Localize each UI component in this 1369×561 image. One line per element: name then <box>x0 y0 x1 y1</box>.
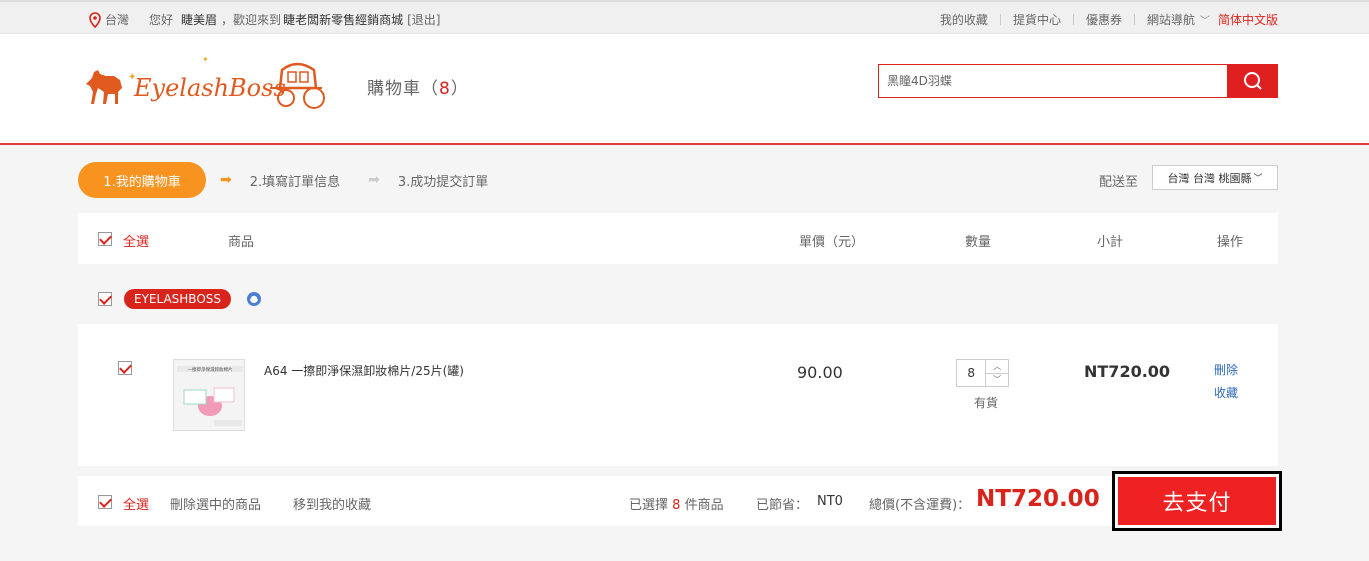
divider <box>1072 14 1074 25</box>
location-pin-icon[interactable] <box>88 11 102 28</box>
header: ✦ ✦ EyelashBoss 購物車（8） <box>0 34 1369 145</box>
store-name[interactable]: 睫老闆新零售經銷商城 <box>283 11 403 28</box>
svg-text:✦: ✦ <box>202 55 209 64</box>
item-checkbox[interactable] <box>118 361 132 375</box>
column-product: 商品 <box>228 235 255 250</box>
greeting-text: 您好 <box>149 13 174 27</box>
top-link-favorites[interactable]: 我的收藏 <box>940 11 988 28</box>
total-value: NT720.00 <box>976 486 1100 512</box>
quantity-stepper: 8 ︿ ﹀ <box>956 359 1009 387</box>
divider <box>999 14 1001 25</box>
chevron-down-icon: ﹀ <box>1253 174 1263 184</box>
selected-prefix: 已選擇 <box>629 498 669 513</box>
delete-selected-link[interactable]: 刪除選中的商品 <box>170 494 261 513</box>
cart-title-close: ） <box>450 79 469 99</box>
select-all-checkbox[interactable] <box>98 232 112 246</box>
ship-to-label: 配送至 <box>1098 175 1138 190</box>
product-title[interactable]: A64 一擦即淨保濕卸妝棉片/25片(罐) <box>264 362 464 379</box>
pay-button-frame: 去支付 <box>1112 471 1282 531</box>
quantity-arrows: ︿ ﹀ <box>986 360 1008 386</box>
region-select[interactable]: 台灣 台灣 桃園縣 ﹀ <box>1152 165 1278 190</box>
footer-select-all-label[interactable]: 全選 <box>123 494 149 513</box>
logo[interactable]: ✦ ✦ EyelashBoss <box>82 54 337 112</box>
cart-item-row: 一擦即淨保濕卸妝棉片 A64 一擦即淨保濕卸妝棉片/25片(罐) 90.00 8… <box>78 324 1278 466</box>
arrow-right-icon: ➡ <box>220 172 232 188</box>
search-button[interactable] <box>1227 64 1278 98</box>
top-link-site-nav[interactable]: 網站導航 <box>1147 11 1195 28</box>
selected-count: 8 <box>672 498 681 513</box>
cart-title: 購物車（8） <box>367 74 469 99</box>
logout-link[interactable]: [退出] <box>407 11 440 28</box>
saved-value: NT0 <box>817 494 843 509</box>
stock-status: 有貨 <box>974 396 999 410</box>
column-quantity: 數量 <box>965 235 992 250</box>
shop-checkbox[interactable] <box>98 292 112 306</box>
saved-label: 已節省： <box>756 498 809 513</box>
column-unit-price: 單價（元） <box>799 235 865 250</box>
product-thumbnail[interactable]: 一擦即淨保濕卸妝棉片 <box>173 359 245 431</box>
shop-name-badge[interactable]: EYELASHBOSS <box>124 289 232 309</box>
thumb-caption: 一擦即淨保濕卸妝棉片 <box>188 366 233 373</box>
search-icon <box>1243 72 1262 90</box>
step-fill-order: 2.填寫訂單信息 <box>249 174 341 190</box>
location-text[interactable]: 台灣 <box>105 11 129 28</box>
cart-footer: 全選 刪除選中的商品 移到我的收藏 已選擇 8 件商品 已節省： NT0 總價(… <box>78 476 1278 526</box>
top-bar-left: 台灣 您好 睫美眉 ，歡迎來到 睫老闆新零售經銷商城 [退出] <box>88 11 440 28</box>
step-submit: 3.成功提交訂單 <box>397 174 489 190</box>
top-bar-right: 我的收藏 提貨中心 優惠券 網站導航 ﹀ 简体中文版 <box>940 11 1278 28</box>
selected-summary: 已選擇 8 件商品 <box>629 494 724 513</box>
search-bar <box>878 64 1278 98</box>
step-cart: 1.我的購物車 <box>78 162 206 198</box>
user-name[interactable]: 睫美眉 <box>181 11 217 28</box>
welcome-text: ，歡迎來到 <box>221 13 282 27</box>
unit-price: 90.00 <box>797 363 843 382</box>
footer-select-all-checkbox[interactable] <box>98 495 112 509</box>
checkout-steps: 1.我的購物車 ➡ 2.填寫訂單信息 ➡ 3.成功提交訂單 <box>78 162 488 198</box>
top-bar: 台灣 您好 睫美眉 ，歡迎來到 睫老闆新零售經銷商城 [退出] 我的收藏 提貨中… <box>0 0 1369 34</box>
column-subtotal: 小計 <box>1097 235 1124 250</box>
cart-table-header: 全選 商品 單價（元） 數量 小計 操作 <box>78 213 1278 264</box>
column-action: 操作 <box>1217 235 1244 250</box>
selected-suffix: 件商品 <box>684 498 724 513</box>
search-input[interactable] <box>878 64 1228 98</box>
cart-count: 8 <box>439 79 451 99</box>
delete-link[interactable]: 刪除 <box>1214 361 1238 378</box>
pay-button[interactable]: 去支付 <box>1118 477 1276 525</box>
total-label: 總價(不含運費)： <box>869 498 971 513</box>
divider <box>1133 14 1135 25</box>
top-link-coupons[interactable]: 優惠券 <box>1086 11 1122 28</box>
chevron-up-icon[interactable]: ︿ <box>986 360 1008 374</box>
chevron-down-icon[interactable]: ﹀ <box>1200 12 1210 27</box>
region-value: 台灣 台灣 桃園縣 <box>1167 171 1252 185</box>
top-link-pickup[interactable]: 提貨中心 <box>1013 11 1061 28</box>
select-all-label[interactable]: 全選 <box>123 231 149 250</box>
language-switch[interactable]: 简体中文版 <box>1218 11 1278 28</box>
cart-title-label: 購物車（ <box>367 79 439 99</box>
move-to-favorites-link[interactable]: 移到我的收藏 <box>293 494 371 513</box>
item-subtotal: NT720.00 <box>1084 362 1171 381</box>
arrow-right-icon: ➡ <box>368 172 380 188</box>
chevron-down-icon[interactable]: ﹀ <box>986 374 1008 387</box>
logo-text: EyelashBoss <box>133 74 286 102</box>
quantity-input[interactable]: 8 <box>957 360 987 386</box>
favorite-link[interactable]: 收藏 <box>1214 384 1238 401</box>
customer-service-icon[interactable] <box>246 291 262 307</box>
